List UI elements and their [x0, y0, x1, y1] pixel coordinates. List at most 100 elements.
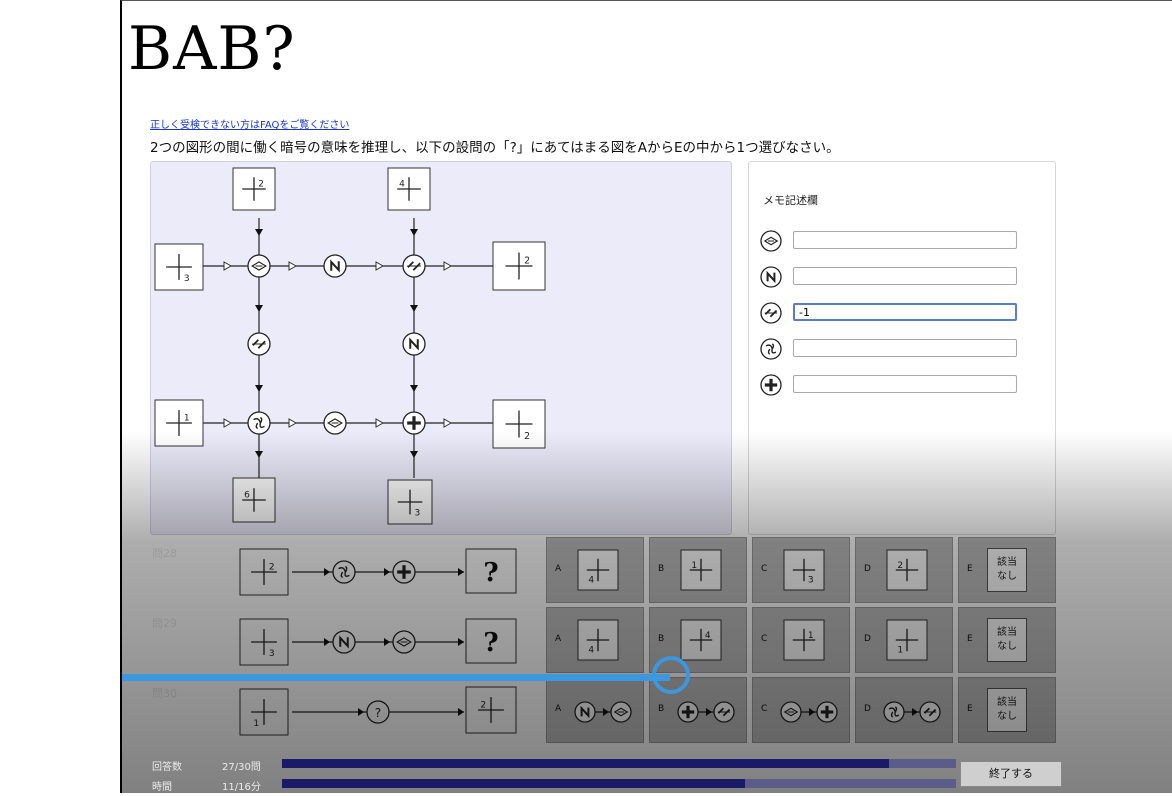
zigzag-n-icon	[574, 701, 596, 723]
diamond-icon	[392, 630, 416, 654]
choice-c[interactable]: C3	[752, 537, 850, 603]
svg-text:?: ?	[483, 558, 498, 588]
box-number: 2	[524, 255, 530, 266]
box-number: 1	[691, 561, 697, 571]
choice-c[interactable]: C	[752, 677, 850, 743]
choice-letter: C	[761, 634, 768, 644]
choice-figure: 4	[577, 619, 619, 661]
choice-letter: B	[658, 634, 665, 644]
box-number: 2	[524, 431, 530, 442]
time-progress-bar	[282, 779, 956, 788]
example-diagram: 2 4 3 2 1 2 6 3	[150, 161, 732, 535]
choice-d[interactable]: D	[855, 677, 953, 743]
question-label: 問29	[152, 617, 177, 630]
choice-letter: E	[967, 704, 973, 714]
not-applicable-text: 該当	[997, 697, 1017, 708]
swirl-icon	[247, 411, 271, 435]
box-number: 3	[415, 509, 421, 519]
choice-letter: A	[555, 564, 562, 574]
choice-d[interactable]: D1	[855, 607, 953, 673]
answers-progress-bar	[282, 759, 956, 768]
choice-letter: A	[555, 704, 562, 714]
swirl-icon	[883, 701, 905, 723]
memo-input[interactable]	[793, 303, 1017, 321]
video-scrubber-handle[interactable]	[652, 656, 690, 694]
box-number: 4	[588, 645, 594, 655]
not-applicable-text: なし	[997, 641, 1017, 652]
question-end-box: 2	[465, 686, 517, 734]
choice-b[interactable]: B1	[649, 537, 747, 603]
diagram-box-top-right: 4	[387, 167, 431, 211]
box-number: 2	[269, 562, 275, 572]
diamond-icon	[780, 701, 802, 723]
choice-letter: E	[967, 564, 973, 574]
choice-symbols	[883, 701, 941, 723]
diagram-box-top-left: 2	[232, 167, 276, 211]
answers-label: 回答数	[152, 762, 182, 773]
diamond-icon	[247, 254, 271, 278]
time-progress-fill	[282, 779, 746, 788]
zigzag-n-icon	[323, 254, 347, 278]
swirl-icon	[760, 338, 782, 360]
swirl-icon	[332, 560, 356, 584]
answers-value: 27/30問	[222, 762, 261, 773]
choice-letter: B	[658, 564, 665, 574]
test-window: BAB? 正しく受検できない方はFAQをご覧ください 2つの図形の間に働く暗号の…	[120, 0, 1172, 793]
svg-text:?: ?	[483, 628, 498, 658]
box-number: 2	[897, 561, 903, 571]
question-start-box: 3	[239, 618, 289, 666]
question-label: 問28	[152, 547, 177, 560]
choice-e[interactable]: E 該当 なし	[958, 537, 1056, 603]
choice-e[interactable]: E 該当 なし	[958, 677, 1056, 743]
memo-input[interactable]	[793, 267, 1017, 285]
diamond-icon	[323, 411, 347, 435]
diagram-svg: 2 4 3 2 1 2 6 3	[154, 167, 546, 525]
time-value: 11/16分	[222, 782, 261, 793]
bold-cross-icon	[402, 411, 426, 435]
diagram-box-bottom-right: 3	[387, 479, 433, 525]
choice-figure: 1	[680, 549, 722, 591]
question-answer-box: ?	[465, 548, 517, 594]
memo-input[interactable]	[793, 375, 1017, 393]
svg-text:?: ?	[375, 706, 381, 720]
choice-d[interactable]: D2	[855, 537, 953, 603]
choice-symbols	[780, 701, 838, 723]
question-sequence: 1? 2	[239, 686, 517, 736]
double-slash-icon	[247, 332, 271, 356]
question-label: 問30	[152, 687, 177, 700]
not-applicable-box: 該当 なし	[987, 618, 1027, 662]
memo-panel: メモ記述欄	[748, 161, 1056, 535]
memo-input[interactable]	[793, 231, 1017, 249]
box-number: 4	[588, 575, 594, 585]
box-number: 4	[399, 180, 405, 190]
overlay-title: BAB?	[128, 14, 296, 84]
end-test-button[interactable]: 終了する	[960, 761, 1062, 787]
choice-symbols	[574, 701, 632, 723]
choice-a[interactable]: A4	[546, 537, 644, 603]
box-number: 3	[269, 649, 275, 659]
not-applicable-box: 該当 なし	[987, 548, 1027, 592]
zigzag-n-icon	[760, 266, 782, 288]
box-number: 3	[184, 274, 190, 284]
faq-link[interactable]: 正しく受検できない方はFAQをご覧ください	[150, 116, 349, 131]
box-number: 4	[705, 631, 711, 641]
double-slash-icon	[760, 302, 782, 324]
box-number: 6	[244, 491, 250, 501]
double-slash-icon	[402, 254, 426, 278]
video-progress-bar[interactable]	[122, 674, 670, 681]
not-applicable-text: 該当	[997, 557, 1017, 568]
choice-e[interactable]: E 該当 なし	[958, 607, 1056, 673]
choice-figure: 1	[886, 619, 928, 661]
choice-figure: 2	[886, 549, 928, 591]
choice-c[interactable]: C1	[752, 607, 850, 673]
bold-cross-icon	[816, 701, 838, 723]
question-start-box: 1	[239, 688, 289, 736]
question-answer-box: ?	[465, 618, 517, 664]
memo-input[interactable]	[793, 339, 1017, 357]
choice-a[interactable]: A4	[546, 607, 644, 673]
diamond-icon	[610, 701, 632, 723]
choice-a[interactable]: A	[546, 677, 644, 743]
box-number: 1	[808, 631, 814, 641]
choice-letter: B	[658, 704, 665, 714]
bold-cross-icon	[677, 701, 699, 723]
